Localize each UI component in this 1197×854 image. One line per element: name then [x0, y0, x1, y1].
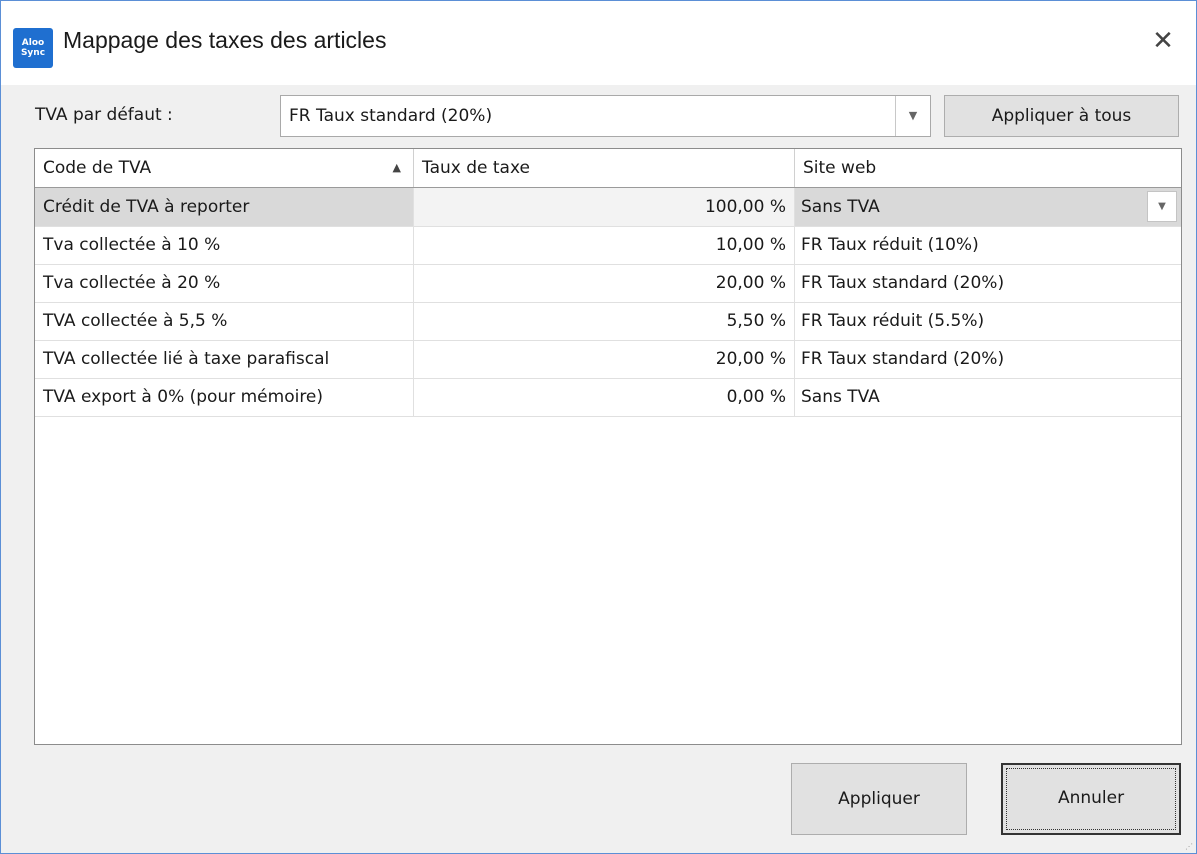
cell-code[interactable]: TVA collectée à 5,5 %: [35, 302, 414, 340]
default-tax-select[interactable]: FR Taux standard (20%) ▼: [280, 95, 931, 137]
cell-code[interactable]: Tva collectée à 20 %: [35, 264, 414, 302]
cell-site[interactable]: FR Taux réduit (5.5%): [795, 302, 1181, 340]
dialog-window: Aloo Sync Mappage des taxes des articles…: [0, 0, 1197, 854]
cell-code[interactable]: TVA collectée lié à taxe parafiscal: [35, 340, 414, 378]
cell-rate[interactable]: 10,00 %: [414, 226, 795, 264]
table-row[interactable]: TVA export à 0% (pour mémoire) 0,00 % Sa…: [35, 378, 1181, 417]
cell-site-value: Sans TVA: [801, 197, 880, 217]
table-row[interactable]: Tva collectée à 10 % 10,00 % FR Taux réd…: [35, 226, 1181, 265]
cell-site[interactable]: Sans TVA: [795, 378, 1181, 416]
column-header-code-label: Code de TVA: [43, 158, 152, 178]
cell-rate[interactable]: 0,00 %: [414, 378, 795, 416]
default-tax-label: TVA par défaut :: [35, 105, 173, 125]
cell-rate[interactable]: 5,50 %: [414, 302, 795, 340]
cell-site[interactable]: FR Taux réduit (10%): [795, 226, 1181, 264]
cancel-button[interactable]: Annuler: [1001, 763, 1181, 835]
cell-rate[interactable]: 100,00 %: [414, 188, 795, 226]
close-icon[interactable]: ✕: [1141, 19, 1185, 63]
apply-button[interactable]: Appliquer: [791, 763, 967, 835]
chevron-down-icon[interactable]: ▼: [895, 96, 930, 136]
column-header-code[interactable]: Code de TVA ▲: [35, 149, 414, 187]
window-title: Mappage des taxes des articles: [63, 27, 387, 53]
cell-code[interactable]: Crédit de TVA à reporter: [35, 188, 414, 226]
chevron-down-icon[interactable]: ▼: [1147, 191, 1177, 222]
default-tax-value: FR Taux standard (20%): [289, 106, 493, 126]
cell-code[interactable]: TVA export à 0% (pour mémoire): [35, 378, 414, 416]
app-logo-icon: Aloo Sync: [13, 28, 53, 68]
column-header-rate[interactable]: Taux de taxe: [414, 149, 795, 187]
grid-header: Code de TVA ▲ Taux de taxe Site web: [35, 149, 1181, 188]
table-row[interactable]: TVA collectée à 5,5 % 5,50 % FR Taux réd…: [35, 302, 1181, 341]
cell-site[interactable]: Sans TVA: [795, 188, 1181, 226]
cell-rate[interactable]: 20,00 %: [414, 264, 795, 302]
title-bar: Aloo Sync Mappage des taxes des articles…: [1, 1, 1196, 85]
column-header-site-label: Site web: [803, 158, 877, 178]
focus-rectangle: [1006, 768, 1176, 830]
tax-mapping-grid: Code de TVA ▲ Taux de taxe Site web Créd…: [34, 148, 1182, 745]
cell-site[interactable]: FR Taux standard (20%): [795, 340, 1181, 378]
app-logo-text: Aloo Sync: [20, 38, 46, 58]
table-row[interactable]: Crédit de TVA à reporter 100,00 % Sans T…: [35, 188, 1181, 227]
cell-site[interactable]: FR Taux standard (20%): [795, 264, 1181, 302]
table-row[interactable]: Tva collectée à 20 % 20,00 % FR Taux sta…: [35, 264, 1181, 303]
sort-ascending-icon: ▲: [392, 161, 401, 174]
resize-grip-icon[interactable]: ⋰: [1185, 842, 1193, 851]
cell-rate[interactable]: 20,00 %: [414, 340, 795, 378]
column-header-site[interactable]: Site web: [795, 149, 1181, 187]
column-header-rate-label: Taux de taxe: [422, 158, 530, 178]
apply-all-button[interactable]: Appliquer à tous: [944, 95, 1179, 137]
cell-code[interactable]: Tva collectée à 10 %: [35, 226, 414, 264]
table-row[interactable]: TVA collectée lié à taxe parafiscal 20,0…: [35, 340, 1181, 379]
